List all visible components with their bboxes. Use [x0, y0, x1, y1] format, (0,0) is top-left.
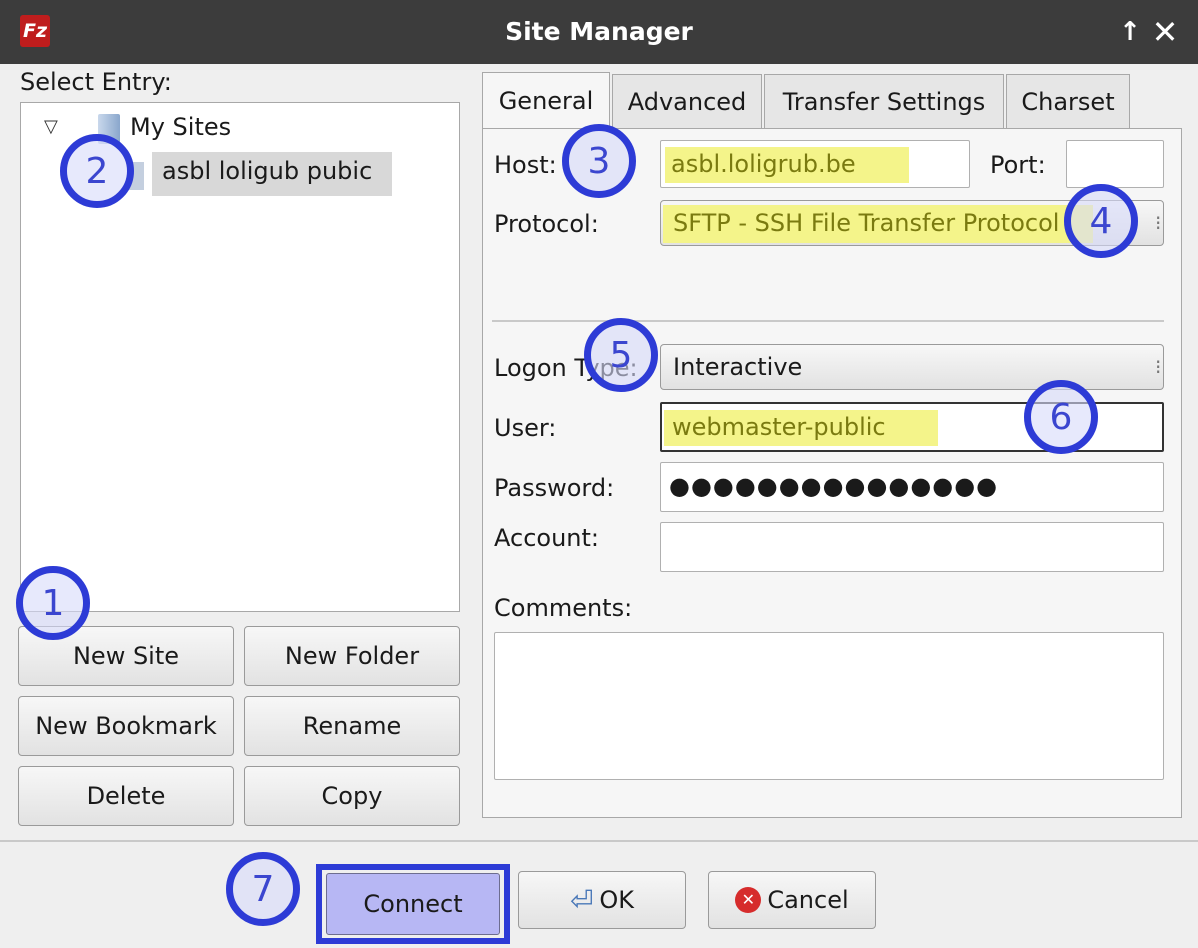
protocol-label: Protocol:	[494, 210, 599, 238]
delete-button[interactable]: Delete	[18, 766, 234, 826]
ok-button[interactable]: ⏎ OK	[518, 871, 686, 929]
separator	[492, 320, 1164, 322]
cancel-label: Cancel	[767, 886, 849, 914]
tab-charset[interactable]: Charset	[1006, 74, 1130, 128]
callout-3: 3	[562, 124, 636, 198]
copy-button[interactable]: Copy	[244, 766, 460, 826]
logon-type-select[interactable]: Interactive ⁝	[660, 344, 1164, 390]
callout-4: 4	[1064, 184, 1138, 258]
port-field[interactable]	[1066, 140, 1164, 188]
close-icon[interactable]: ✕	[1150, 14, 1180, 50]
port-label: Port:	[990, 151, 1046, 179]
account-label: Account:	[494, 524, 599, 552]
new-folder-button[interactable]: New Folder	[244, 626, 460, 686]
comments-label: Comments:	[494, 594, 633, 622]
tab-advanced[interactable]: Advanced	[612, 74, 762, 128]
host-label: Host:	[494, 151, 557, 179]
tree-item-site[interactable]: asbl loligub pubic	[162, 157, 372, 185]
window-title: Site Manager	[505, 17, 693, 46]
dropdown-handle-icon: ⁝	[1155, 211, 1162, 235]
triangle-down-icon[interactable]: ▽	[44, 116, 58, 137]
footer-separator	[0, 840, 1198, 842]
callout-6: 6	[1024, 380, 1098, 454]
host-value: asbl.loligrub.be	[671, 150, 856, 178]
ok-label: OK	[599, 886, 635, 914]
new-bookmark-button[interactable]: New Bookmark	[18, 696, 234, 756]
user-label: User:	[494, 414, 557, 442]
password-label: Password:	[494, 474, 615, 502]
user-value: webmaster-public	[672, 413, 886, 441]
dropdown-handle-icon: ⁝	[1155, 355, 1162, 379]
rename-button[interactable]: Rename	[244, 696, 460, 756]
callout-1: 1	[16, 566, 90, 640]
logon-type-value: Interactive	[673, 353, 803, 381]
tree-root-my-sites[interactable]: My Sites	[130, 113, 231, 141]
tab-transfer-settings[interactable]: Transfer Settings	[764, 74, 1004, 128]
password-value: ●●●●●●●●●●●●●●●	[669, 472, 999, 500]
callout-2: 2	[60, 134, 134, 208]
arrow-up-icon[interactable]: ↑	[1118, 14, 1142, 50]
callout-7: 7	[226, 852, 300, 926]
cancel-button[interactable]: ✕ Cancel	[708, 871, 876, 929]
tab-general[interactable]: General	[482, 72, 610, 128]
comments-textarea[interactable]	[494, 632, 1164, 780]
ok-arrow-icon: ⏎	[569, 883, 594, 917]
protocol-value: SFTP - SSH File Transfer Protocol	[673, 209, 1060, 237]
connect-button[interactable]: Connect	[326, 873, 500, 935]
cancel-x-icon: ✕	[735, 887, 762, 913]
account-field[interactable]	[660, 522, 1164, 572]
select-entry-label: Select Entry:	[20, 68, 172, 96]
host-field[interactable]: asbl.loligrub.be	[660, 140, 970, 188]
callout-5: 5	[584, 318, 658, 392]
password-field[interactable]: ●●●●●●●●●●●●●●●	[660, 462, 1164, 512]
